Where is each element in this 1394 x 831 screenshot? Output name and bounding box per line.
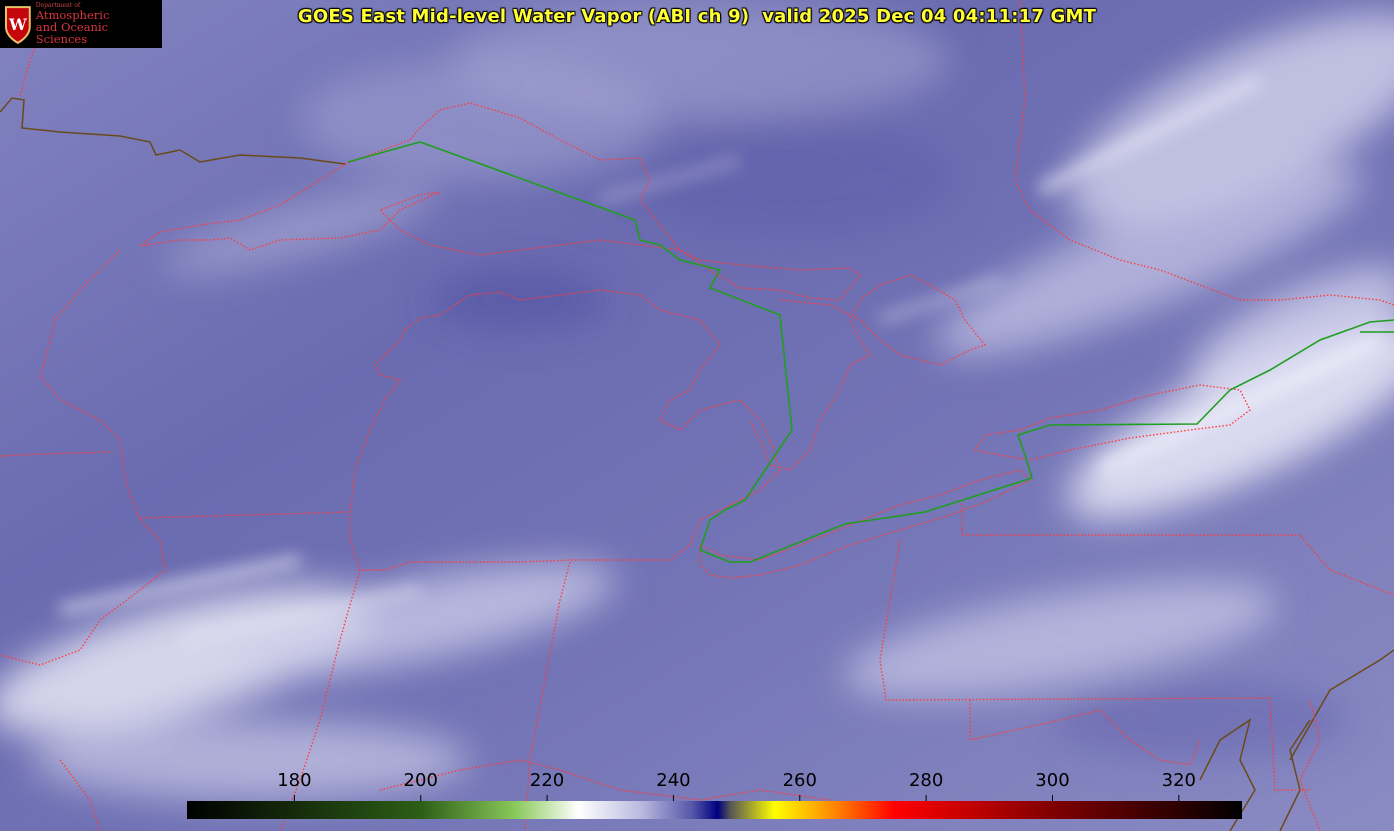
colorbar-gradient xyxy=(187,801,1242,819)
uw-crest-icon: W xyxy=(4,6,31,44)
aos-logo: W Department of Atmospheric and Oceanic … xyxy=(0,0,162,48)
map-viewport: 180 200 220 240 260 280 300 320 GOES East Mid-l… xyxy=(0,0,1394,831)
crest-letter: W xyxy=(8,15,27,34)
logo-text: Department of Atmospheric and Oceanic Sc… xyxy=(35,2,162,47)
logo-line-2: and Oceanic Sciences xyxy=(35,20,109,47)
water-vapor-satellite-image xyxy=(0,0,1394,831)
